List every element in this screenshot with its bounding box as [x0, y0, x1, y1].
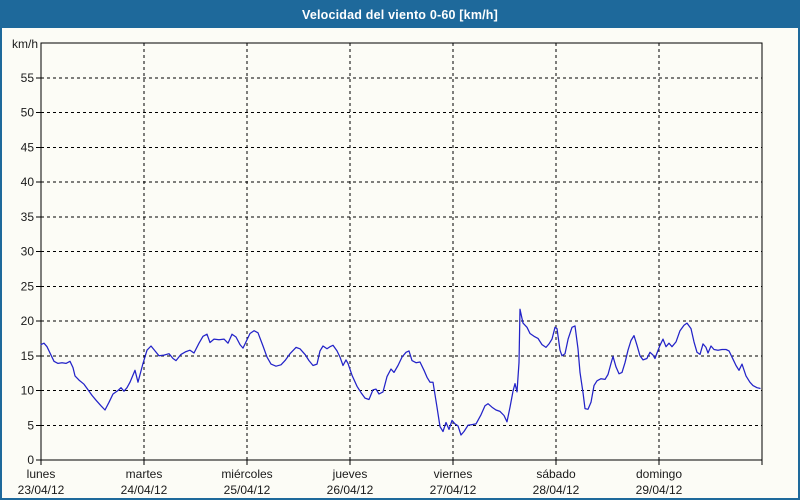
- chart-title: Velocidad del viento 0-60 [km/h]: [301, 8, 499, 22]
- y-axis-unit-label: km/h: [12, 37, 38, 51]
- x-date-label: 23/04/12: [18, 483, 65, 497]
- x-day-label: sábado: [536, 467, 576, 481]
- y-tick-label: 25: [21, 279, 35, 293]
- chart-window: Velocidad del viento 0-60 [km/h] 0 5 10 15 2…: [0, 0, 800, 500]
- x-day-label: domingo: [636, 467, 682, 481]
- x-date-label: 24/04/12: [121, 483, 168, 497]
- x-date-label: 25/04/12: [224, 483, 271, 497]
- x-date-label: 28/04/12: [533, 483, 580, 497]
- y-tick-label: 30: [21, 245, 35, 259]
- x-day-label: martes: [126, 467, 163, 481]
- x-day-label: miércoles: [221, 467, 272, 481]
- x-day-label: lunes: [27, 467, 56, 481]
- y-tick-label: 55: [21, 71, 35, 85]
- y-tick-label: 35: [21, 210, 35, 224]
- y-tick-label: 45: [21, 140, 35, 154]
- x-date-label: 29/04/12: [636, 483, 683, 497]
- y-tick-label: 50: [21, 106, 35, 120]
- x-date-label: 27/04/12: [430, 483, 477, 497]
- wind-speed-chart: 0 5 10 15 20 25 30 35 40 45 50 55 lunes 23/04/12 marte…: [12, 37, 763, 497]
- x-day-label: viernes: [434, 467, 473, 481]
- y-tick-label: 40: [21, 175, 35, 189]
- y-tick-label: 0: [27, 453, 34, 467]
- y-tick-label: 15: [21, 349, 35, 363]
- title-bar: Velocidad del viento 0-60 [km/h]: [2, 2, 798, 28]
- x-date-label: 26/04/12: [327, 483, 374, 497]
- x-day-label: jueves: [332, 467, 368, 481]
- y-tick-label: 5: [27, 418, 34, 432]
- chart-area: 0 5 10 15 20 25 30 35 40 45 50 55 lunes 23/04/12 marte…: [2, 28, 798, 498]
- y-tick-label: 20: [21, 314, 35, 328]
- y-tick-label: 10: [21, 384, 35, 398]
- plot-layers: 0 5 10 15 20 25 30 35 40 45 50 55 lunes 23/04/12 marte…: [18, 42, 763, 497]
